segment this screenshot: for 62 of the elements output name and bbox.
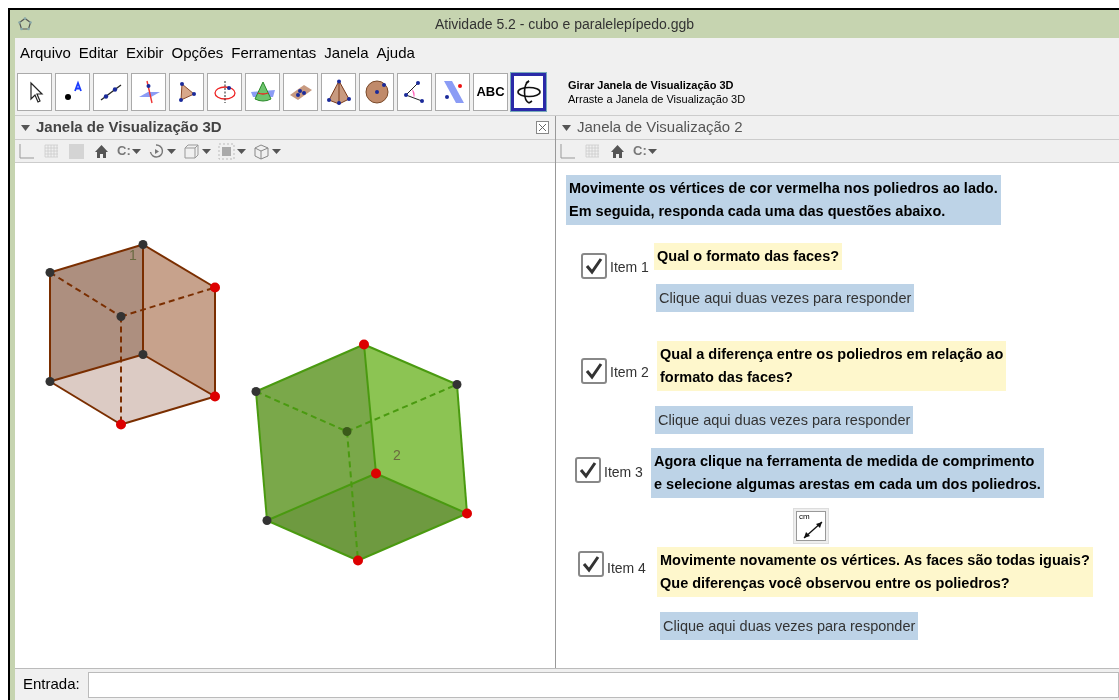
measure-arrow-icon <box>802 520 824 540</box>
tool-help-title: Girar Janela de Visualização 3D <box>568 77 735 92</box>
sphere-icon <box>363 78 390 105</box>
menu-item[interactable]: Exibir <box>125 41 165 65</box>
view-title: Janela de Visualização 3D <box>36 117 222 138</box>
measure-tool-button[interactable]: cm <box>793 508 829 544</box>
caret-icon[interactable] <box>647 148 657 154</box>
question-text: Agora clique na ferramenta de medida de comprimento e selecione algumas arestas em cada um dos poliedros. <box>651 448 1044 498</box>
clip-icon[interactable] <box>216 141 236 161</box>
style-label[interactable]: C: <box>633 141 647 161</box>
tool-button[interactable] <box>359 72 394 111</box>
checkbox[interactable] <box>575 457 601 483</box>
menu-item[interactable]: Opções <box>170 41 225 65</box>
question-text: Qual a diferença entre os poliedros em relação ao formato das faces? <box>657 341 1007 391</box>
tool-button[interactable] <box>511 72 546 111</box>
collapse-triangle-icon[interactable] <box>562 124 571 131</box>
input-field[interactable] <box>87 671 1119 698</box>
tool-button[interactable] <box>93 72 128 111</box>
question-text: Movimente novamente os vértices. As faces são todas iguais? Que diferenças você observou entre os poliedros? <box>657 547 1093 597</box>
checkbox[interactable] <box>578 551 604 577</box>
tool-button[interactable] <box>397 72 432 111</box>
tool-button[interactable]: ABC <box>473 72 508 111</box>
cube[interactable] <box>45 240 220 430</box>
caret-icon[interactable] <box>236 148 246 154</box>
item-label: Item 4 <box>607 560 646 576</box>
menu-item[interactable]: Ferramentas <box>230 41 318 65</box>
checkbox[interactable] <box>581 358 607 384</box>
tool-help-text: Arraste a Janela de Visualização 3D <box>568 91 746 106</box>
collapse-triangle-icon[interactable] <box>21 124 30 131</box>
cube-label: 1 <box>129 246 137 265</box>
item-label: Item 3 <box>604 464 643 480</box>
caret-icon[interactable] <box>166 148 176 154</box>
checkbox[interactable] <box>581 253 607 279</box>
tool-button[interactable] <box>17 72 52 111</box>
ellipse-axis-icon <box>211 78 238 105</box>
cube-label: 2 <box>393 446 401 465</box>
menu-item[interactable]: Editar <box>77 41 120 65</box>
input-label: Entrada: <box>22 674 81 695</box>
answer-field[interactable]: Clique aqui duas vezes para responder <box>660 612 919 640</box>
pyramid-icon <box>325 78 352 105</box>
caret-icon[interactable] <box>131 148 141 154</box>
close-icon[interactable] <box>536 121 549 134</box>
item-label: Item 2 <box>610 364 649 380</box>
answer-field[interactable]: Clique aqui duas vezes para responder <box>656 284 915 312</box>
answer-field[interactable]: Clique aqui duas vezes para responder <box>655 406 914 434</box>
intro-text: Movimente os vértices de cor vermelha nos poliedros ao lado. Em seguida, responda cada uma das questões abaixo. <box>566 175 1001 225</box>
menu-item[interactable]: Janela <box>323 41 370 65</box>
tool-button[interactable] <box>283 72 318 111</box>
app-icon <box>18 17 32 31</box>
style-label[interactable]: C: <box>117 141 131 161</box>
rotate-view-icon <box>515 78 542 105</box>
caret-icon[interactable] <box>271 148 281 154</box>
tool-button[interactable] <box>321 72 356 111</box>
item-label: Item 1 <box>610 259 649 275</box>
window-title: Atividade 5.2 - cubo e paralelepípedo.ggb <box>434 14 695 34</box>
menu-item[interactable]: Ajuda <box>375 41 416 65</box>
menu-item[interactable]: Arquivo <box>19 41 72 65</box>
tool-button[interactable] <box>169 72 204 111</box>
question-text: Qual o formato das faces? <box>654 243 843 270</box>
view-title: Janela de Visualização 2 <box>577 117 743 138</box>
tool-button[interactable] <box>55 72 90 111</box>
caret-icon[interactable] <box>201 148 211 154</box>
